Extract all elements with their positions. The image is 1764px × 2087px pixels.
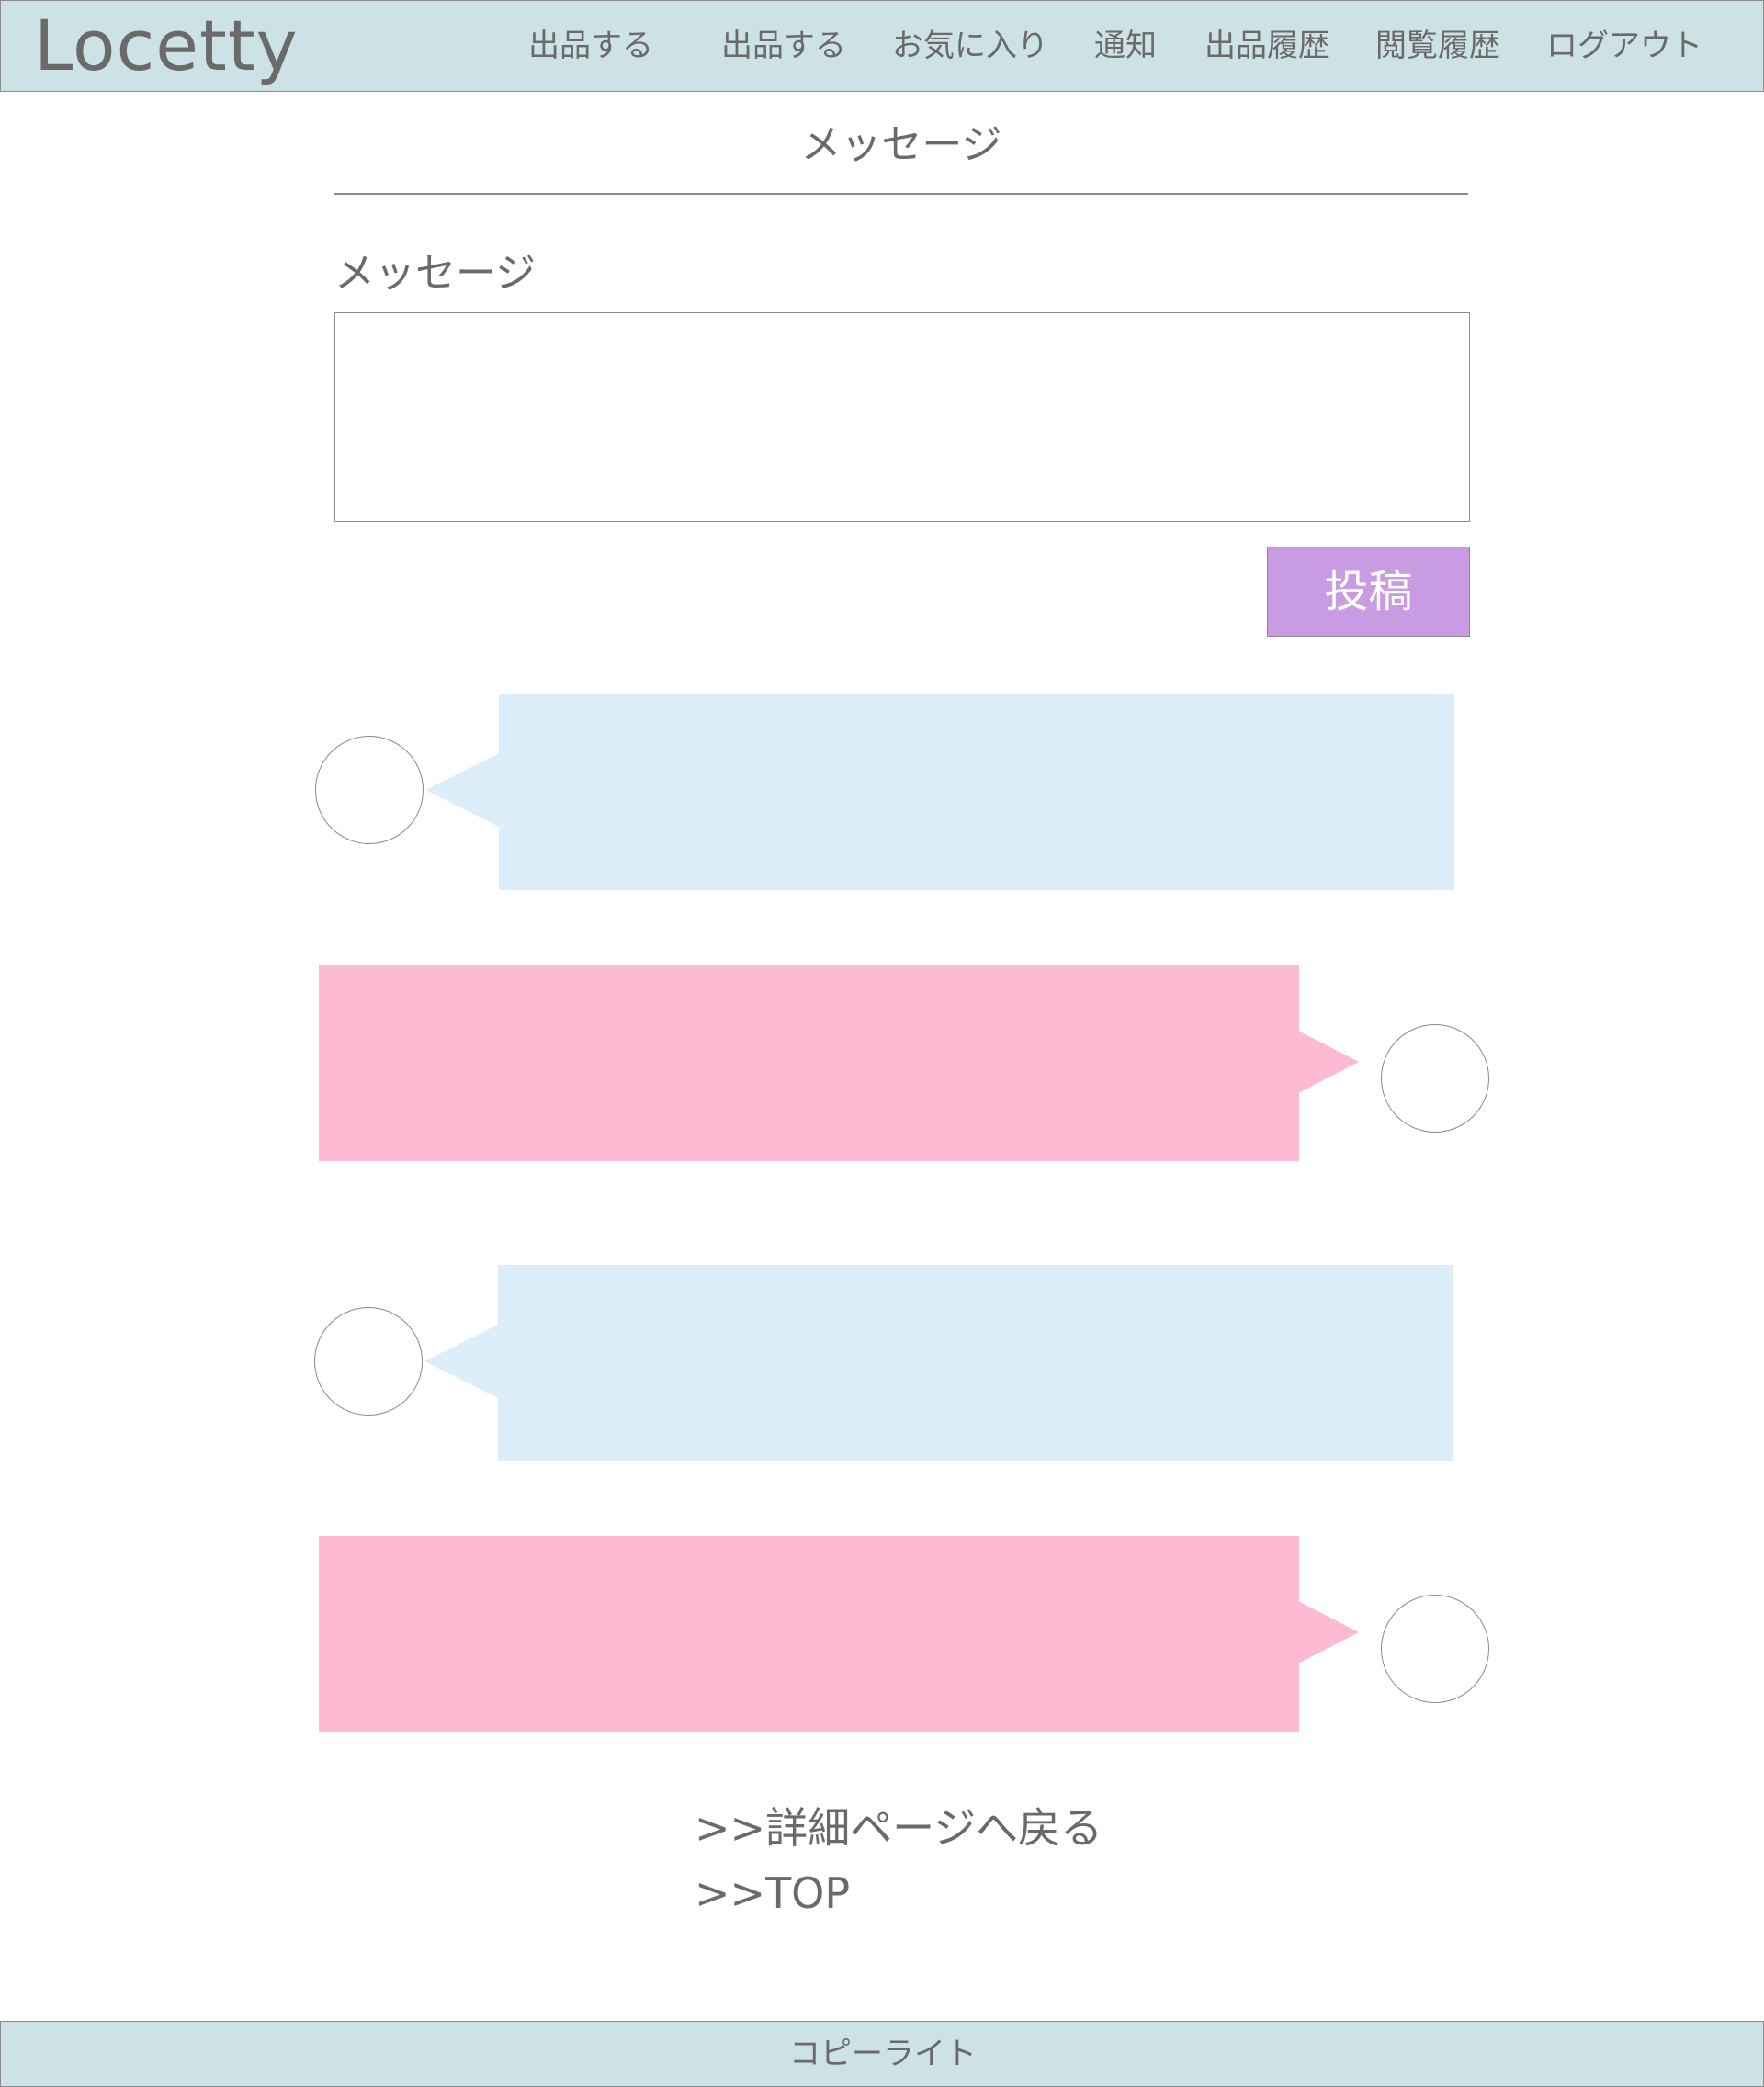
message-input[interactable] — [334, 312, 1470, 522]
avatar — [314, 1307, 423, 1416]
nav-notifications[interactable]: 通知 — [1094, 25, 1157, 67]
title-divider — [334, 193, 1468, 195]
nav-sell-2[interactable]: 出品する — [721, 25, 846, 67]
site-header: Locetty 出品する 出品する お気に入り 通知 出品履歴 閲覧履歴 ログア… — [0, 0, 1764, 92]
nav-sell[interactable]: 出品する — [528, 25, 653, 67]
back-to-detail-link[interactable]: >>詳細ページへ戻る — [695, 1800, 1102, 1856]
nav-favorites[interactable]: お気に入り — [892, 25, 1048, 67]
message-bubble-received — [498, 1265, 1453, 1461]
page-title: メッセージ — [800, 121, 1002, 168]
post-button[interactable]: 投稿 — [1267, 547, 1470, 637]
bubble-tail — [1298, 1601, 1359, 1664]
message-bubble-sent — [319, 965, 1299, 1161]
copyright: コピーライト — [789, 2036, 977, 2072]
avatar — [315, 736, 424, 844]
message-label: メッセージ — [334, 250, 537, 297]
site-logo[interactable]: Locetty — [34, 5, 299, 87]
site-footer: コピーライト — [0, 2021, 1764, 2087]
nav-browsing-history[interactable]: 閲覧履歴 — [1375, 25, 1500, 67]
bubble-tail — [1298, 1031, 1359, 1093]
bubble-tail — [424, 1325, 498, 1398]
nav-logout[interactable]: ログアウト — [1546, 25, 1702, 67]
bubble-tail — [425, 753, 499, 827]
avatar — [1381, 1595, 1489, 1703]
nav-listing-history[interactable]: 出品履歴 — [1204, 25, 1329, 67]
message-bubble-sent — [319, 1536, 1299, 1732]
top-link[interactable]: >>TOP — [695, 1866, 850, 1921]
avatar — [1381, 1024, 1489, 1133]
message-bubble-received — [499, 694, 1454, 890]
